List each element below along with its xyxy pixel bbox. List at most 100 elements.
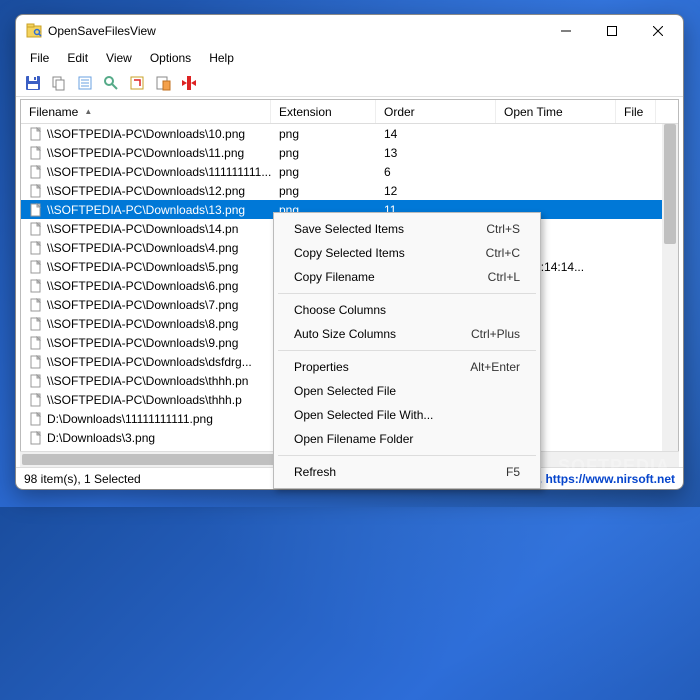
cell-filename: \\SOFTPEDIA-PC\Downloads\5.png bbox=[21, 260, 271, 274]
cell-extension: png bbox=[271, 127, 376, 141]
context-item[interactable]: Refresh F5 bbox=[276, 460, 538, 484]
cell-extension: png bbox=[271, 184, 376, 198]
table-row[interactable]: \\SOFTPEDIA-PC\Downloads\10.pngpng14 bbox=[21, 124, 678, 143]
file-icon bbox=[29, 222, 43, 236]
column-opentime[interactable]: Open Time bbox=[496, 100, 616, 123]
cell-filename: \\SOFTPEDIA-PC\Downloads\thhh.pn bbox=[21, 374, 271, 388]
file-icon bbox=[29, 393, 43, 407]
context-shortcut: Alt+Enter bbox=[470, 360, 520, 374]
file-icon bbox=[29, 203, 43, 217]
column-filename[interactable]: Filename▲ bbox=[21, 100, 271, 123]
cell-filename: \\SOFTPEDIA-PC\Downloads\thhh.p bbox=[21, 393, 271, 407]
sort-ascending-icon: ▲ bbox=[84, 107, 92, 116]
cell-filename: \\SOFTPEDIA-PC\Downloads\111111111... bbox=[21, 165, 271, 179]
context-shortcut: Ctrl+S bbox=[486, 222, 520, 236]
file-icon bbox=[29, 431, 43, 445]
file-icon bbox=[29, 336, 43, 350]
menu-options[interactable]: Options bbox=[142, 49, 199, 67]
status-count: 98 item(s), 1 Selected bbox=[24, 472, 141, 486]
vertical-scroll-thumb[interactable] bbox=[664, 124, 676, 244]
refresh-icon[interactable] bbox=[126, 72, 148, 94]
cell-order: 14 bbox=[376, 127, 496, 141]
context-label: Open Selected File bbox=[294, 384, 396, 398]
cell-filename: D:\Downloads\3.png bbox=[21, 431, 271, 445]
file-icon bbox=[29, 165, 43, 179]
cell-filename: \\SOFTPEDIA-PC\Downloads\14.pn bbox=[21, 222, 271, 236]
menu-file[interactable]: File bbox=[22, 49, 57, 67]
column-file[interactable]: File bbox=[616, 100, 656, 123]
context-shortcut: F5 bbox=[506, 465, 520, 479]
context-label: Properties bbox=[294, 360, 349, 374]
cell-filename: \\SOFTPEDIA-PC\Downloads\9.png bbox=[21, 336, 271, 350]
context-menu: Save Selected Items Ctrl+S Copy Selected I… bbox=[273, 212, 541, 489]
cell-filename: \\SOFTPEDIA-PC\Downloads\6.png bbox=[21, 279, 271, 293]
window-title: OpenSaveFilesView bbox=[48, 24, 543, 38]
minimize-button[interactable] bbox=[543, 16, 589, 46]
file-icon bbox=[29, 279, 43, 293]
cell-filename: \\SOFTPEDIA-PC\Downloads\7.png bbox=[21, 298, 271, 312]
file-icon bbox=[29, 374, 43, 388]
file-icon bbox=[29, 298, 43, 312]
cell-filename: \\SOFTPEDIA-PC\Downloads\12.png bbox=[21, 184, 271, 198]
cell-filename: \\SOFTPEDIA-PC\Downloads\11.png bbox=[21, 146, 271, 160]
column-extension[interactable]: Extension bbox=[271, 100, 376, 123]
context-label: Open Selected File With... bbox=[294, 408, 433, 422]
file-icon bbox=[29, 146, 43, 160]
menu-help[interactable]: Help bbox=[201, 49, 242, 67]
cell-order: 13 bbox=[376, 146, 496, 160]
file-icon bbox=[29, 184, 43, 198]
context-label: Auto Size Columns bbox=[294, 327, 396, 341]
context-label: Save Selected Items bbox=[294, 222, 404, 236]
column-headers: Filename▲ Extension Order Open Time File bbox=[21, 100, 678, 124]
exit-icon[interactable] bbox=[178, 72, 200, 94]
cell-order: 12 bbox=[376, 184, 496, 198]
context-item[interactable]: Open Selected File With... bbox=[276, 403, 538, 427]
maximize-button[interactable] bbox=[589, 16, 635, 46]
context-item[interactable]: Save Selected Items Ctrl+S bbox=[276, 217, 538, 241]
cell-filename: \\SOFTPEDIA-PC\Downloads\4.png bbox=[21, 241, 271, 255]
context-separator bbox=[278, 350, 536, 351]
save-icon[interactable] bbox=[22, 72, 44, 94]
close-button[interactable] bbox=[635, 16, 681, 46]
cell-order: 6 bbox=[376, 165, 496, 179]
properties-icon[interactable] bbox=[74, 72, 96, 94]
file-icon bbox=[29, 241, 43, 255]
context-shortcut: Ctrl+L bbox=[488, 270, 520, 284]
menu-view[interactable]: View bbox=[98, 49, 140, 67]
copy-icon[interactable] bbox=[48, 72, 70, 94]
context-item[interactable]: Copy Selected Items Ctrl+C bbox=[276, 241, 538, 265]
vertical-scrollbar[interactable] bbox=[662, 124, 678, 464]
file-icon bbox=[29, 127, 43, 141]
table-row[interactable]: \\SOFTPEDIA-PC\Downloads\12.pngpng12 bbox=[21, 181, 678, 200]
context-item[interactable]: Auto Size Columns Ctrl+Plus bbox=[276, 322, 538, 346]
find-icon[interactable] bbox=[100, 72, 122, 94]
context-label: Choose Columns bbox=[294, 303, 386, 317]
options-icon[interactable] bbox=[152, 72, 174, 94]
context-item[interactable]: Open Filename Folder bbox=[276, 427, 538, 451]
context-label: Refresh bbox=[294, 465, 336, 479]
file-icon bbox=[29, 412, 43, 426]
context-label: Copy Selected Items bbox=[294, 246, 405, 260]
context-item[interactable]: Open Selected File bbox=[276, 379, 538, 403]
cell-filename: \\SOFTPEDIA-PC\Downloads\dsfdrg... bbox=[21, 355, 271, 369]
cell-extension: png bbox=[271, 146, 376, 160]
context-separator bbox=[278, 293, 536, 294]
context-item[interactable]: Copy Filename Ctrl+L bbox=[276, 265, 538, 289]
context-shortcut: Ctrl+Plus bbox=[471, 327, 520, 341]
menu-edit[interactable]: Edit bbox=[59, 49, 96, 67]
toolbar bbox=[16, 69, 683, 97]
context-item[interactable]: Choose Columns bbox=[276, 298, 538, 322]
table-row[interactable]: \\SOFTPEDIA-PC\Downloads\11.pngpng13 bbox=[21, 143, 678, 162]
table-row[interactable]: \\SOFTPEDIA-PC\Downloads\111111111...png… bbox=[21, 162, 678, 181]
context-separator bbox=[278, 455, 536, 456]
context-shortcut: Ctrl+C bbox=[486, 246, 520, 260]
context-item[interactable]: Properties Alt+Enter bbox=[276, 355, 538, 379]
cell-filename: D:\Downloads\11111111111.png bbox=[21, 412, 271, 426]
context-label: Copy Filename bbox=[294, 270, 375, 284]
titlebar[interactable]: OpenSaveFilesView bbox=[16, 15, 683, 47]
menubar: File Edit View Options Help bbox=[16, 47, 683, 69]
cell-filename: \\SOFTPEDIA-PC\Downloads\10.png bbox=[21, 127, 271, 141]
column-order[interactable]: Order bbox=[376, 100, 496, 123]
cell-filename: \\SOFTPEDIA-PC\Downloads\8.png bbox=[21, 317, 271, 331]
file-icon bbox=[29, 317, 43, 331]
